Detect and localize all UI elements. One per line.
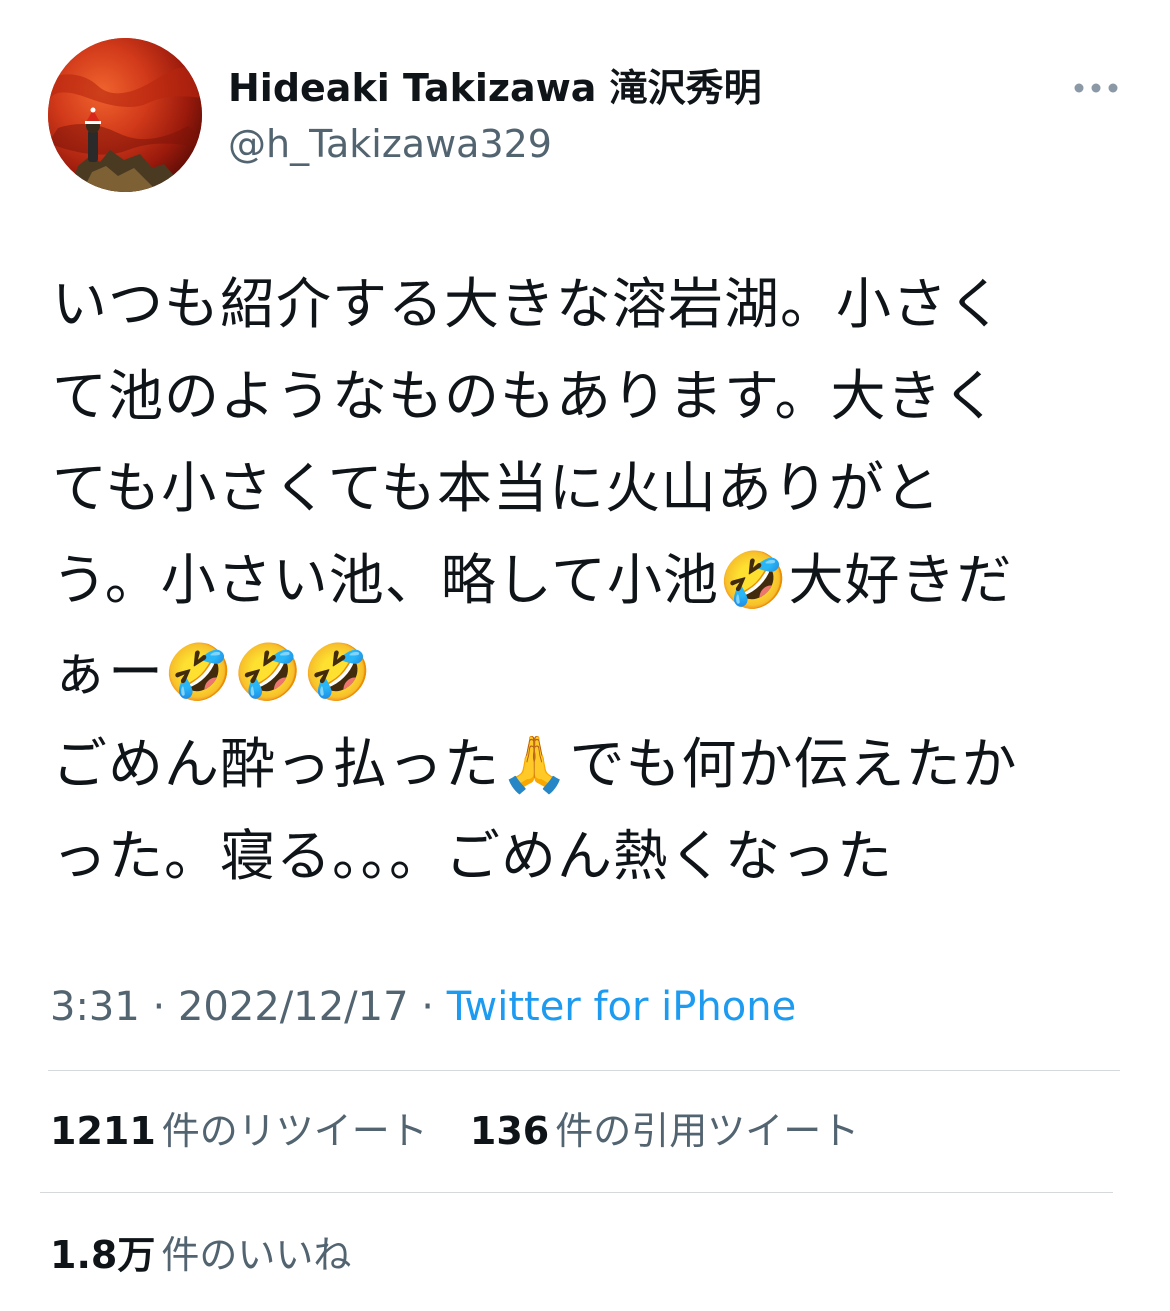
- tweet-text-line: ごめん酔っ払った🙏でも何か伝えたか: [52, 732, 1018, 796]
- retweets-count: 1211: [50, 1109, 156, 1153]
- tweet-text-line: う。小さい池、略して小池🤣大好きだ: [52, 548, 1013, 612]
- more-options-button[interactable]: [1066, 68, 1126, 108]
- divider: [40, 1192, 1113, 1193]
- tweet-metadata: 3:31 · 2022/12/17 · Twitter for iPhone: [50, 980, 796, 1034]
- meta-separator: ·: [152, 984, 166, 1030]
- tweet-source-link[interactable]: Twitter for iPhone: [447, 984, 797, 1030]
- divider: [48, 1070, 1120, 1071]
- quotes-stat[interactable]: 136 件の引用ツイート: [470, 1104, 859, 1158]
- meta-separator: ·: [421, 984, 434, 1030]
- tweet-text-line: ぁー🤣🤣🤣: [52, 640, 373, 704]
- stats-row-retweets: 1211 件のリツイート 136 件の引用ツイート: [50, 1104, 889, 1158]
- likes-stat[interactable]: 1.8万 件のいいね: [50, 1228, 351, 1282]
- tweet-text-line: て池のようなものもあります。大きく: [52, 364, 999, 428]
- retweets-label: 件のリツイート: [161, 1109, 428, 1153]
- author-display-name[interactable]: Hideaki Takizawa 滝沢秀明: [228, 62, 1028, 114]
- quotes-label: 件の引用ツイート: [555, 1109, 860, 1153]
- avatar-image: [48, 38, 202, 192]
- tweet-text-line: った。寝る。。。ごめん熱くなった: [52, 824, 894, 888]
- tweet-text-line: ても小さくても本当に火山ありがと: [52, 456, 941, 520]
- quotes-count: 136: [469, 1109, 550, 1153]
- likes-count: 1.8万: [50, 1233, 156, 1277]
- more-horizontal-icon: [1074, 83, 1118, 93]
- avatar[interactable]: [48, 38, 202, 192]
- author-block: Hideaki Takizawa 滝沢秀明 @h_Takizawa329: [228, 62, 1028, 170]
- stats-row-likes: 1.8万 件のいいね: [50, 1228, 381, 1282]
- retweets-stat[interactable]: 1211 件のリツイート: [50, 1104, 428, 1158]
- likes-label: 件のいいね: [161, 1233, 352, 1277]
- tweet-text-line: いつも紹介する大きな溶岩湖。小さく: [52, 272, 1005, 336]
- tweet-date[interactable]: 2022/12/17: [178, 984, 409, 1030]
- author-handle[interactable]: @h_Takizawa329: [228, 118, 1028, 170]
- tweet-header: Hideaki Takizawa 滝沢秀明 @h_Takizawa329: [0, 0, 1170, 220]
- tweet-time[interactable]: 3:31: [50, 984, 140, 1030]
- tweet-text: いつも紹介する大きな溶岩湖。小さく て池のようなものもあります。大きく ても小さ…: [52, 258, 1132, 902]
